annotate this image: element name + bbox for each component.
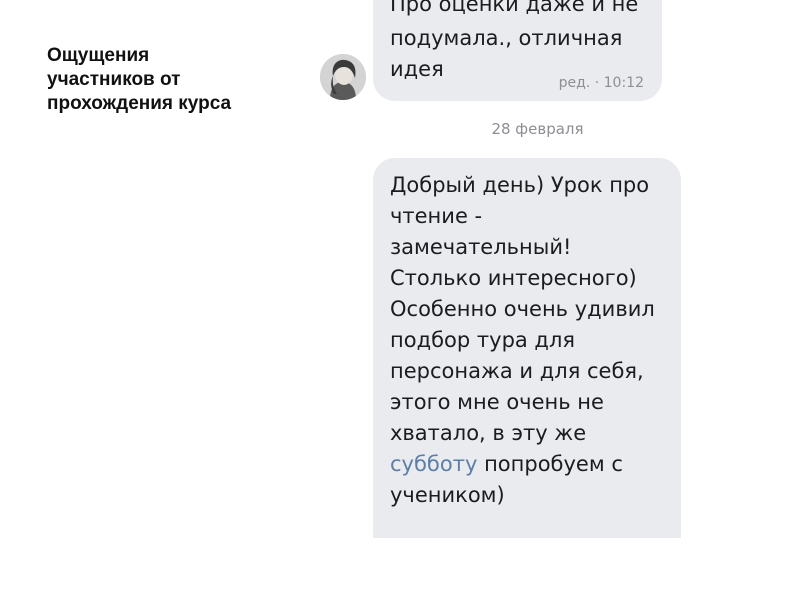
message-line: этого мне очень не bbox=[390, 390, 604, 414]
date-divider: 28 февраля bbox=[491, 120, 584, 138]
slide-title-line-2: участников от bbox=[47, 69, 181, 90]
message-line: подбор тура для bbox=[390, 328, 576, 352]
slide-title: Ощущения участников от прохождения курса bbox=[47, 44, 287, 116]
previous-message-cut-line: Про оценки даже и не bbox=[390, 0, 639, 16]
chat-screenshot: Про оценки даже и не подумала., отличная… bbox=[300, 0, 720, 600]
message-line-with-link: субботу попробуем с bbox=[390, 449, 667, 480]
message-line: учеником) bbox=[390, 483, 505, 507]
previous-message-bubble[interactable]: Про оценки даже и не подумала., отличная… bbox=[373, 0, 662, 101]
message-line: Особенно очень удивил bbox=[390, 297, 655, 321]
message-link-tail: попробуем с bbox=[477, 452, 623, 476]
message-line: замечательный! bbox=[390, 235, 572, 259]
message-line: персонажа и для себя, bbox=[390, 359, 644, 383]
slide-title-line-3: прохождения курса bbox=[47, 93, 232, 114]
message-line: Добрый день) Урок про bbox=[390, 173, 650, 197]
avatar[interactable] bbox=[320, 54, 366, 100]
slide-title-line-1: Ощущения bbox=[47, 45, 150, 66]
message-edited-timestamp: ред. · 10:12 bbox=[558, 75, 644, 91]
date-link[interactable]: субботу bbox=[390, 452, 477, 476]
message-line: чтение - bbox=[390, 204, 483, 228]
message-bubble[interactable]: Добрый день) Урок про чтение - замечател… bbox=[373, 158, 681, 538]
message-line: хватало, в эту же bbox=[390, 421, 587, 445]
previous-message-line: подумала., отличная bbox=[390, 26, 623, 50]
message-line: Столько интересного) bbox=[390, 266, 637, 290]
user-avatar-icon bbox=[320, 54, 366, 100]
